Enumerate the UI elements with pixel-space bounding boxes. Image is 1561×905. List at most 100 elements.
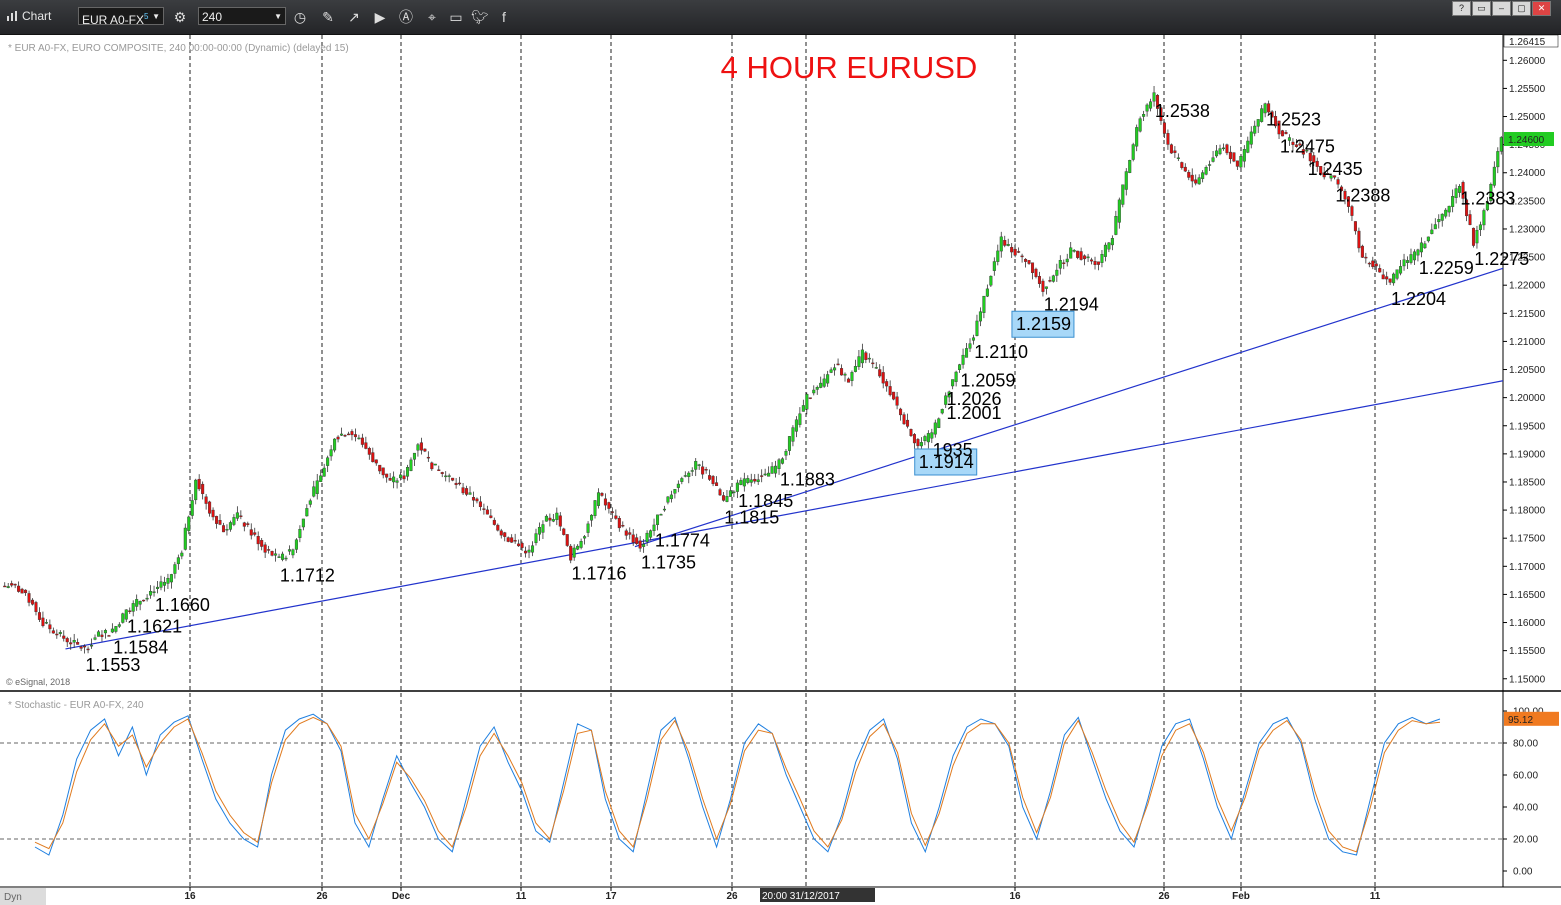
candle-down: [34, 602, 38, 612]
candle-down: [1360, 245, 1364, 258]
candle-up: [923, 436, 927, 442]
price-tick-label: 1.20000: [1509, 393, 1546, 404]
close-button[interactable]: ✕: [1532, 1, 1551, 16]
price-label: 1.2159: [1016, 314, 1071, 334]
candle-up: [301, 518, 305, 528]
symbol-select[interactable]: EUR A0-FX5 ▼: [78, 7, 164, 27]
alert-icon[interactable]: Ⓐ: [396, 7, 416, 27]
candle-up: [433, 463, 437, 466]
clock-icon[interactable]: ◷: [290, 7, 310, 27]
candle-down: [621, 525, 625, 527]
time-tick-label: 11: [516, 891, 527, 902]
candle-down: [1079, 251, 1083, 260]
candle-down: [1003, 240, 1007, 246]
candle-up: [690, 470, 694, 472]
price-tick-label: 1.18500: [1509, 477, 1546, 488]
candle-down: [100, 634, 104, 637]
candle-down: [204, 496, 208, 504]
candle-up: [72, 640, 76, 643]
twitter-icon[interactable]: 🐦︎: [470, 7, 490, 27]
candle-up: [416, 444, 420, 451]
price-label: 1.1716: [572, 563, 627, 583]
candle-down: [1183, 166, 1187, 172]
candle-up: [992, 261, 996, 271]
candle-down: [1166, 133, 1170, 145]
candle-up: [822, 378, 826, 387]
candle-up: [405, 467, 410, 477]
price-tick-label: 1.16500: [1509, 590, 1546, 601]
candle-up: [6, 586, 10, 588]
candle-down: [458, 482, 462, 485]
candle-up: [534, 533, 538, 544]
candle-up: [805, 394, 809, 410]
candle-up: [1475, 229, 1479, 244]
candle-up: [537, 527, 541, 535]
facebook-icon[interactable]: f: [494, 7, 514, 27]
candle-up: [982, 295, 986, 313]
candle-up: [96, 631, 101, 637]
candle-up: [1065, 258, 1069, 263]
candle-up: [274, 553, 278, 556]
candle-up: [725, 496, 729, 502]
candle-down: [242, 522, 246, 527]
help-button[interactable]: ?: [1452, 1, 1471, 16]
candle-up: [138, 600, 142, 605]
candle-up: [58, 632, 62, 634]
candle-up: [937, 418, 941, 428]
maximize-button[interactable]: ▢: [1512, 1, 1531, 16]
candle-up: [169, 574, 173, 583]
candle-up: [787, 436, 791, 451]
candle-down: [215, 515, 219, 524]
restore-button[interactable]: ▭: [1472, 1, 1491, 16]
candle-up: [1447, 205, 1451, 213]
candle-down: [562, 528, 566, 535]
candle-down: [1083, 255, 1087, 260]
candle-up: [1117, 199, 1121, 223]
candle-up: [447, 475, 451, 477]
candle-down: [1024, 258, 1028, 262]
candle-up: [645, 532, 649, 542]
play-icon[interactable]: ▶: [370, 7, 390, 27]
candle-down: [1190, 174, 1194, 182]
candle-up: [1239, 156, 1243, 168]
candle-up: [968, 343, 972, 349]
candle-up: [294, 539, 298, 550]
chevron-down-icon: ▼: [152, 12, 160, 21]
candle-up: [1110, 238, 1114, 246]
candle-up: [732, 491, 736, 494]
comment-icon[interactable]: ▭: [446, 7, 466, 27]
candle-down: [426, 456, 430, 459]
candle-down: [218, 520, 222, 525]
candle-up: [1454, 188, 1458, 198]
chart-area[interactable]: 1.15000 1.15500 1.16000 1.16500 1.17000 1.175…: [0, 35, 1561, 905]
candle-up: [280, 553, 285, 560]
minimize-button[interactable]: –: [1492, 1, 1511, 16]
price-label: 1.2538: [1155, 101, 1210, 121]
candle-up: [770, 466, 774, 474]
price-tick-label: 1.17000: [1509, 562, 1546, 573]
candle-up: [395, 480, 399, 483]
candle-up: [940, 409, 944, 414]
candle-up: [1260, 108, 1264, 122]
candle-up: [326, 457, 330, 466]
candle-down: [1232, 152, 1236, 162]
time-tick-label: 16: [1009, 891, 1021, 902]
candle-down: [614, 515, 618, 519]
candle-down: [558, 515, 562, 527]
candle-down: [430, 462, 434, 470]
price-tick-label: 1.16000: [1509, 618, 1546, 629]
tag-icon[interactable]: ⌖: [422, 7, 442, 27]
candle-down: [423, 448, 427, 452]
settings-icon[interactable]: ⚙: [170, 7, 190, 27]
candle-up: [576, 545, 580, 550]
candle-down: [1385, 276, 1389, 280]
pencil-icon[interactable]: ✎: [318, 7, 338, 27]
price-label: 1935: [933, 440, 973, 460]
line-draw-icon[interactable]: ↗: [344, 7, 364, 27]
candle-down: [485, 509, 489, 515]
candle-down: [343, 434, 347, 437]
interval-select[interactable]: 240 ▼: [198, 7, 286, 25]
candle-up: [232, 517, 236, 525]
candle-up: [676, 483, 680, 488]
candle-down: [1027, 260, 1031, 264]
